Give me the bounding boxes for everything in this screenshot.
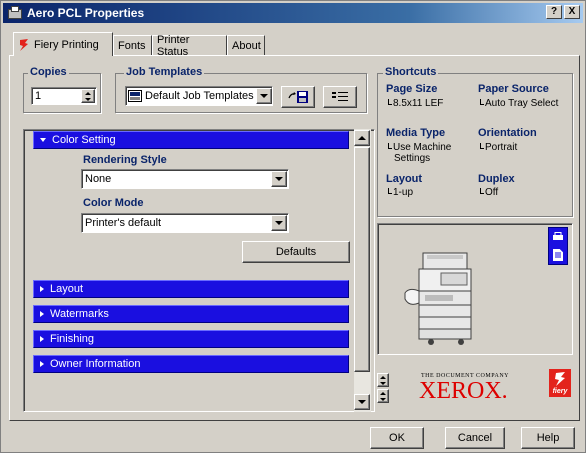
expand-arrow-icon xyxy=(40,286,44,292)
chevron-down-icon xyxy=(275,177,283,181)
scroll-up-button[interactable] xyxy=(354,130,370,146)
tab-about[interactable]: About xyxy=(227,35,265,55)
spin-up-icon xyxy=(85,91,91,95)
rendering-style-dropdown[interactable] xyxy=(271,171,287,187)
job-templates-select[interactable]: Default Job Templates xyxy=(125,86,273,106)
orientation-value: Portrait xyxy=(480,142,517,153)
scroll-thumb[interactable] xyxy=(354,147,370,372)
save-template-button[interactable] xyxy=(281,86,315,108)
template-icon xyxy=(128,90,142,102)
tab-printer-status[interactable]: Printer Status xyxy=(152,33,227,58)
printer-view-icon[interactable] xyxy=(552,231,564,243)
page-size-text: 8.5x11 LEF xyxy=(393,98,444,109)
page-size-value: 8.5x11 LEF xyxy=(388,98,443,109)
tab-label: Fonts xyxy=(118,39,146,52)
orientation-text: Portrait xyxy=(485,142,518,153)
window-title: Aero PCL Properties xyxy=(27,6,145,20)
arrow-down-icon xyxy=(358,400,366,404)
tab-label: Printer Status xyxy=(157,33,190,58)
expand-arrow-icon xyxy=(40,336,44,342)
layout-title[interactable]: Layout xyxy=(386,173,422,185)
scroll-down-button[interactable] xyxy=(354,394,370,410)
job-templates-value: Default Job Templates xyxy=(145,90,254,102)
media-type-value: Use Machine Settings xyxy=(388,142,451,164)
header-label: Owner Information xyxy=(50,358,141,370)
rendering-style-value: None xyxy=(85,173,112,185)
save-template-icon xyxy=(288,91,308,103)
preview-scroll-up[interactable] xyxy=(377,373,389,387)
preview-scroll-down[interactable] xyxy=(377,389,389,403)
color-mode-select[interactable]: Printer's default xyxy=(81,213,289,233)
duplex-title[interactable]: Duplex xyxy=(478,173,515,185)
color-setting-header[interactable]: Color Setting xyxy=(33,131,349,149)
header-label: Color Setting xyxy=(52,134,116,146)
fiery-bolt-icon xyxy=(555,372,565,386)
list-edit-icon xyxy=(332,92,348,101)
title-bar: Aero PCL Properties ? X xyxy=(3,3,583,23)
tab-label: About xyxy=(232,39,261,52)
printer-illustration xyxy=(404,252,472,345)
media-type-text: Use Machine xyxy=(393,142,452,153)
fiery-logo: fiery xyxy=(549,369,571,397)
job-templates-dropdown[interactable] xyxy=(256,88,272,104)
expand-arrow-icon xyxy=(40,138,46,142)
copies-label: Copies xyxy=(28,66,69,78)
shortcuts-label: Shortcuts xyxy=(383,66,439,78)
copies-spinner[interactable] xyxy=(81,89,95,103)
arrow-up-icon xyxy=(380,375,386,379)
finishing-header[interactable]: Finishing xyxy=(33,330,349,348)
page-view-icon[interactable] xyxy=(552,248,564,262)
layout-text: 1-up xyxy=(393,187,414,198)
header-label: Layout xyxy=(50,283,84,295)
owner-information-header[interactable]: Owner Information xyxy=(33,355,349,373)
orientation-title[interactable]: Orientation xyxy=(478,127,537,139)
layout-header[interactable]: Layout xyxy=(33,280,349,298)
tab-label: Fiery Printing xyxy=(34,38,99,51)
help-button[interactable]: Help xyxy=(521,427,575,449)
arrow-down-icon xyxy=(380,381,386,385)
cancel-button[interactable]: Cancel xyxy=(445,427,505,449)
expand-arrow-icon xyxy=(40,311,44,317)
color-mode-label: Color Mode xyxy=(83,197,144,209)
fiery-icon xyxy=(20,38,28,51)
paper-source-value: Auto Tray Select xyxy=(480,98,558,109)
defaults-button[interactable]: Defaults xyxy=(242,241,350,263)
header-label: Watermarks xyxy=(50,308,109,320)
page-size-title[interactable]: Page Size xyxy=(386,83,437,95)
chevron-down-icon xyxy=(275,221,283,225)
color-mode-value: Printer's default xyxy=(85,217,162,229)
spin-down-icon xyxy=(85,97,91,101)
paper-source-title[interactable]: Paper Source xyxy=(478,83,549,95)
arrow-down-icon xyxy=(380,397,386,401)
printer-icon xyxy=(7,6,22,20)
header-label: Finishing xyxy=(50,333,95,345)
tab-fiery-printing[interactable]: Fiery Printing xyxy=(13,32,113,56)
manage-templates-button[interactable] xyxy=(323,86,357,108)
ok-button[interactable]: OK xyxy=(370,427,424,449)
close-title-button[interactable]: X xyxy=(564,5,580,19)
expand-arrow-icon xyxy=(40,361,44,367)
properties-window: Aero PCL Properties ? X Fiery Printing F… xyxy=(0,0,586,453)
chevron-down-icon xyxy=(260,94,268,98)
watermarks-header[interactable]: Watermarks xyxy=(33,305,349,323)
media-type-title[interactable]: Media Type xyxy=(386,127,445,139)
layout-value: 1-up xyxy=(388,187,413,198)
job-templates-label: Job Templates xyxy=(124,66,205,78)
media-type-text-2: Settings xyxy=(394,153,431,164)
arrow-up-icon xyxy=(380,391,386,395)
tab-fonts[interactable]: Fonts xyxy=(113,35,152,55)
help-title-button[interactable]: ? xyxy=(546,5,562,19)
arrow-up-icon xyxy=(358,136,366,140)
xerox-logo: XEROX. xyxy=(419,378,508,404)
rendering-style-select[interactable]: None xyxy=(81,169,289,189)
rendering-style-label: Rendering Style xyxy=(83,154,167,166)
duplex-text: Off xyxy=(485,187,499,198)
duplex-value: Off xyxy=(480,187,498,198)
fiery-text: fiery xyxy=(552,388,568,395)
paper-source-text: Auto Tray Select xyxy=(485,98,559,109)
color-mode-dropdown[interactable] xyxy=(271,215,287,231)
